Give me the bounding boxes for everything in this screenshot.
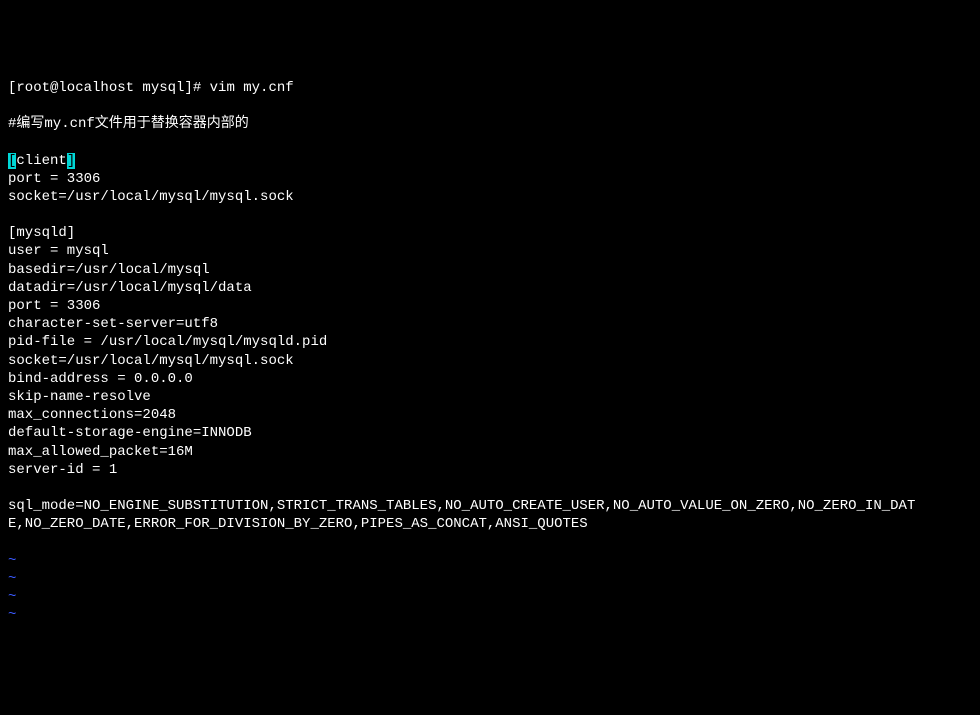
config-line: socket=/usr/local/mysql/mysql.sock xyxy=(8,188,972,206)
config-line: datadir=/usr/local/mysql/data xyxy=(8,279,972,297)
vim-tilde-line: ~ xyxy=(8,588,972,606)
config-line: port = 3306 xyxy=(8,170,972,188)
terminal-window[interactable]: [root@localhost mysql]# vim my.cnf #编写my… xyxy=(8,79,972,625)
config-line: default-storage-engine=INNODB xyxy=(8,424,972,442)
shell-prompt-line: [root@localhost mysql]# vim my.cnf xyxy=(8,79,972,97)
shell-prompt: [root@localhost mysql]# xyxy=(8,80,201,96)
vim-tilde-line: ~ xyxy=(8,570,972,588)
config-line: user = mysql xyxy=(8,242,972,260)
config-line: max_connections=2048 xyxy=(8,406,972,424)
vim-tilde-line: ~ xyxy=(8,606,972,624)
bracket-close-highlight: ] xyxy=(67,153,75,169)
config-line: skip-name-resolve xyxy=(8,388,972,406)
mysqld-section-header: [mysqld] xyxy=(8,224,972,242)
shell-command: vim my.cnf xyxy=(210,80,294,96)
config-line: character-set-server=utf8 xyxy=(8,315,972,333)
blank-line xyxy=(8,206,972,224)
client-section-header: [client] xyxy=(8,152,972,170)
config-line: max_allowed_packet=16M xyxy=(8,443,972,461)
config-line: pid-file = /usr/local/mysql/mysqld.pid xyxy=(8,333,972,351)
vim-tilde-line: ~ xyxy=(8,552,972,570)
blank-line xyxy=(8,533,972,551)
blank-line xyxy=(8,479,972,497)
sql-mode-line-2: E,NO_ZERO_DATE,ERROR_FOR_DIVISION_BY_ZER… xyxy=(8,515,972,533)
client-label: client xyxy=(16,153,66,169)
sql-mode-line-1: sql_mode=NO_ENGINE_SUBSTITUTION,STRICT_T… xyxy=(8,497,972,515)
config-line: basedir=/usr/local/mysql xyxy=(8,261,972,279)
config-line: bind-address = 0.0.0.0 xyxy=(8,370,972,388)
config-line: socket=/usr/local/mysql/mysql.sock xyxy=(8,352,972,370)
config-line: port = 3306 xyxy=(8,297,972,315)
blank-line xyxy=(8,97,972,115)
config-line: server-id = 1 xyxy=(8,461,972,479)
comment-line: #编写my.cnf文件用于替换容器内部的 xyxy=(8,115,972,133)
blank-line xyxy=(8,133,972,151)
